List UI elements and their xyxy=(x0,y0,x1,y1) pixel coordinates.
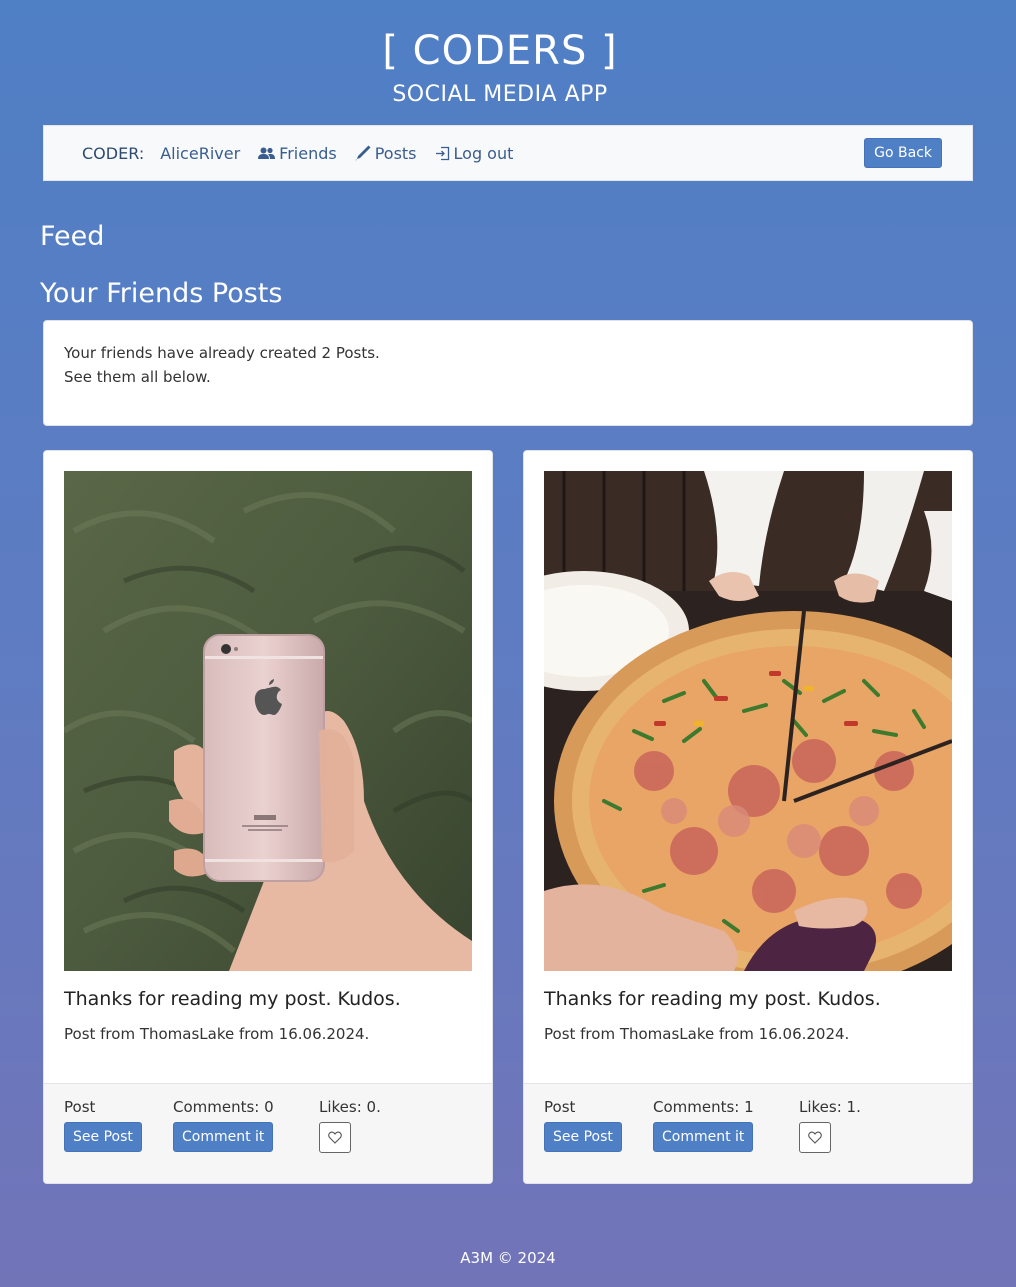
go-back-button[interactable]: Go Back xyxy=(864,138,942,168)
likes-count: Likes: 0. xyxy=(319,1098,381,1116)
info-text-line2: See them all below. xyxy=(64,368,211,386)
post-card: Thanks for reading my post. Kudos. Post … xyxy=(523,450,973,1184)
feed-title: Feed xyxy=(40,221,105,252)
comments-column: Comments: 1 Comment it xyxy=(653,1098,754,1152)
post-meta: Post from ThomasLake from 16.06.2024. xyxy=(64,1025,370,1043)
post-title: Thanks for reading my post. Kudos. xyxy=(544,988,881,1010)
like-button[interactable] xyxy=(319,1122,351,1153)
nav-posts-link[interactable]: Posts xyxy=(355,144,417,163)
navbar: CODER: AliceRiver Friends Posts Log out … xyxy=(43,125,973,181)
likes-count: Likes: 1. xyxy=(799,1098,861,1116)
post-image-pizza xyxy=(544,471,952,971)
comments-count: Comments: 0 xyxy=(173,1098,274,1116)
nav-username-link[interactable]: AliceRiver xyxy=(160,144,240,163)
comment-it-button[interactable]: Comment it xyxy=(173,1122,274,1152)
likes-column: Likes: 1. xyxy=(799,1098,861,1153)
nav-posts-label: Posts xyxy=(374,143,417,163)
post-title: Thanks for reading my post. Kudos. xyxy=(64,988,401,1010)
logout-icon xyxy=(435,146,449,160)
post-footer: Post See Post Comments: 1 Comment it Lik… xyxy=(524,1083,972,1183)
site-header: [ CODERS ] SOCIAL MEDIA APP xyxy=(0,0,1016,107)
nav-friends-link[interactable]: Friends xyxy=(258,144,337,163)
post-footer: Post See Post Comments: 0 Comment it Lik… xyxy=(44,1083,492,1183)
info-text-line1: Your friends have already created 2 Post… xyxy=(64,344,380,362)
username-label: AliceRiver xyxy=(160,143,241,163)
post-column: Post See Post xyxy=(64,1098,142,1152)
post-label: Post xyxy=(64,1098,96,1116)
comments-column: Comments: 0 Comment it xyxy=(173,1098,274,1152)
nav-logout-link[interactable]: Log out xyxy=(435,143,514,163)
site-subtitle: SOCIAL MEDIA APP xyxy=(392,82,608,107)
info-card: Your friends have already created 2 Post… xyxy=(43,320,973,426)
heart-icon xyxy=(808,1131,822,1144)
see-post-button[interactable]: See Post xyxy=(544,1122,622,1152)
see-post-button[interactable]: See Post xyxy=(64,1122,142,1152)
post-meta: Post from ThomasLake from 16.06.2024. xyxy=(544,1025,850,1043)
comments-count: Comments: 1 xyxy=(653,1098,754,1116)
users-icon xyxy=(258,147,276,159)
post-label: Post xyxy=(544,1098,576,1116)
page-footer: A3M © 2024 xyxy=(460,1249,556,1267)
likes-column: Likes: 0. xyxy=(319,1098,381,1153)
post-column: Post See Post xyxy=(544,1098,622,1152)
post-card: Thanks for reading my post. Kudos. Post … xyxy=(43,450,493,1184)
like-button[interactable] xyxy=(799,1122,831,1153)
comment-it-button[interactable]: Comment it xyxy=(653,1122,754,1152)
heart-icon xyxy=(328,1131,342,1144)
friends-posts-title: Your Friends Posts xyxy=(40,278,283,309)
site-title: [ CODERS ] xyxy=(382,28,618,74)
nav-logout-label: Log out xyxy=(453,143,514,163)
pen-icon xyxy=(355,145,371,161)
coder-label: CODER: xyxy=(82,143,145,163)
post-image-phone xyxy=(64,471,472,971)
nav-friends-label: Friends xyxy=(279,143,337,163)
